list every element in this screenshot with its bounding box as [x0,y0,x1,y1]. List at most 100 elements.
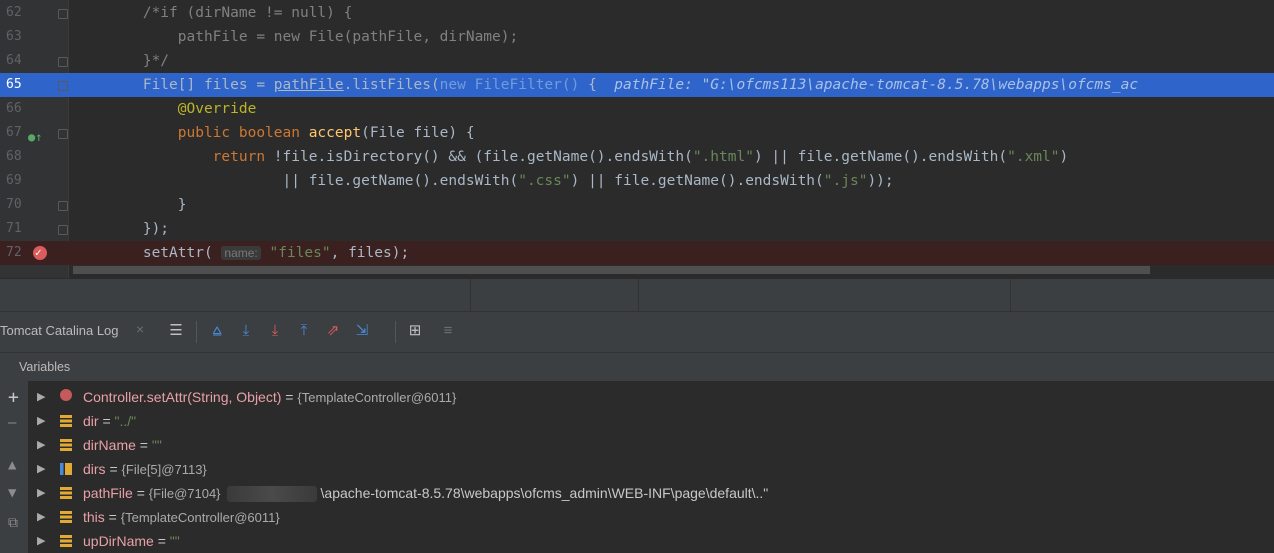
field-icon [60,535,72,547]
code-text: @Override [73,101,257,117]
code-text: File[] files = pathFile.listFiles(new Fi… [73,77,1139,93]
variable-value: "../" [114,413,137,429]
code-line[interactable]: 72 setAttr( name: "files", files); [0,241,1274,265]
variable-name: pathFile [83,485,133,501]
list-icon [60,463,72,475]
debug-toolbar: Tomcat Catalina Log × ☰ ⩠ ⤓ ⤓ ⤒ ⇗ ⇲ ⊞ ≡ [0,311,1274,352]
variable-value: {File[5]@7113} [121,462,207,477]
split-segment [638,279,1011,311]
code-editor[interactable]: 62 /*if (dirName != null) {63 pathFile =… [0,0,1274,278]
run-to-cursor-icon[interactable]: ⇲ [351,319,373,343]
field-icon [60,439,72,451]
code-line[interactable]: 69 || file.getName().endsWith(".css") ||… [0,169,1274,193]
expand-triangle-icon[interactable]: ▶ [37,529,45,553]
tab-tomcat-catalina-log[interactable]: Tomcat Catalina Log [0,323,119,338]
field-icon [60,487,72,499]
code-line[interactable]: 71 }); [0,217,1274,241]
line-number: 71 [6,221,22,236]
code-line[interactable]: 68 return !file.isDirectory() && (file.g… [0,145,1274,169]
fold-marker-icon[interactable] [58,9,68,19]
expand-triangle-icon[interactable]: ▶ [37,433,45,457]
line-number: 63 [6,29,22,44]
variable-row[interactable]: ▶ dirName = "" [28,433,1274,457]
expand-triangle-icon[interactable]: ▶ [37,505,45,529]
line-number: 65 [6,77,22,92]
variable-name: dir [83,413,99,429]
field-icon [60,415,72,427]
expand-triangle-icon[interactable]: ▶ [37,481,45,505]
variable-value: "" [169,533,180,549]
variable-text: dirs = {File[5]@7113} [83,461,207,477]
hamburger-menu-icon[interactable]: ☰ [165,319,187,343]
split-segment [470,279,639,311]
variables-header: Variables [0,352,1274,382]
variable-row[interactable]: ▶ Controller.setAttr(String, Object) = {T… [28,385,1274,409]
code-line[interactable]: 66 @Override [0,97,1274,121]
move-up-icon[interactable]: ▲ [8,457,16,473]
field-icon [60,511,72,523]
trace-icon[interactable]: ≡ [437,319,459,343]
step-over-icon[interactable]: ⤓ [235,319,257,343]
redacted-region [226,486,317,503]
variable-text: dir = "../" [83,413,137,429]
split-segment [0,279,471,311]
fold-marker-icon[interactable] [58,81,68,91]
line-number: 64 [6,53,22,68]
variable-value-tail: \apache-tomcat-8.5.78\webapps\ofcms_admi… [320,485,769,501]
code-text: return !file.isDirectory() && (file.getN… [73,149,1069,165]
code-line[interactable]: 67 ●↑ public boolean accept(File file) { [0,121,1274,145]
variable-row[interactable]: ▶ dir = "../" [28,409,1274,433]
step-out-icon[interactable]: ⤒ [293,319,315,343]
code-line[interactable]: 63 pathFile = new File(pathFile, dirName… [0,25,1274,49]
move-down-icon[interactable]: ▼ [8,485,16,501]
evaluate-icon[interactable]: ⊞ [404,319,426,343]
code-line[interactable]: 65 File[] files = pathFile.listFiles(new… [0,73,1274,97]
method-icon [60,389,72,401]
variable-row[interactable]: ▶ upDirName = "" [28,529,1274,553]
variable-text: dirName = "" [83,437,162,453]
step-into-icon[interactable]: ⤓ [264,319,286,343]
code-text: /*if (dirName != null) { [73,5,353,21]
current-line-strike [73,266,1150,274]
code-text: setAttr( name: "files", files); [73,245,410,261]
variables-side-toolbar: + — ▲ ▼ ⧉ [0,381,28,553]
force-step-icon[interactable]: ⇗ [322,319,344,343]
variable-text: upDirName = "" [83,533,180,549]
fold-marker-icon[interactable] [58,201,68,211]
code-line[interactable]: 62 /*if (dirName != null) { [0,1,1274,25]
line-number: 66 [6,101,22,116]
code-text: }*/ [73,53,170,69]
line-number: 62 [6,5,22,20]
fold-marker-icon[interactable] [58,57,68,67]
line-number: 70 [6,197,22,212]
code-line[interactable]: 64 }*/ [0,49,1274,73]
code-text: || file.getName().endsWith(".css") || fi… [73,173,894,189]
code-text: }); [73,221,170,237]
code-line[interactable]: 70 } [0,193,1274,217]
remove-watch-icon[interactable]: — [8,415,16,431]
expand-triangle-icon[interactable]: ▶ [37,409,45,433]
show-execution-point-icon[interactable]: ⩠ [206,319,228,343]
expand-triangle-icon[interactable]: ▶ [37,385,45,409]
variable-name: this [83,509,105,525]
variable-name: dirName [83,437,136,453]
close-icon[interactable]: × [136,321,144,337]
variable-name: upDirName [83,533,154,549]
fold-marker-icon[interactable] [58,225,68,235]
line-number: 72 [6,245,22,260]
variables-title: Variables [19,360,71,374]
copy-icon[interactable]: ⧉ [8,515,18,531]
variables-tree[interactable]: ▶ Controller.setAttr(String, Object) = {T… [28,381,1274,553]
variable-row[interactable]: ▶ this = {TemplateController@6011} [28,505,1274,529]
variable-row[interactable]: ▶ pathFile = {File@7104} \apache-tomcat-8.… [28,481,1274,505]
add-watch-icon[interactable]: + [8,387,19,408]
editor-split-bar[interactable] [0,278,1274,311]
variable-row[interactable]: ▶ dirs = {File[5]@7113} [28,457,1274,481]
variable-value: {TemplateController@6011} [297,390,457,405]
code-text: public boolean accept(File file) { [73,125,475,141]
line-number: 68 [6,149,22,164]
fold-marker-icon[interactable] [58,129,68,139]
variable-text: Controller.setAttr(String, Object) = {Te… [83,389,457,405]
breakpoint-icon[interactable] [33,241,47,265]
expand-triangle-icon[interactable]: ▶ [37,457,45,481]
